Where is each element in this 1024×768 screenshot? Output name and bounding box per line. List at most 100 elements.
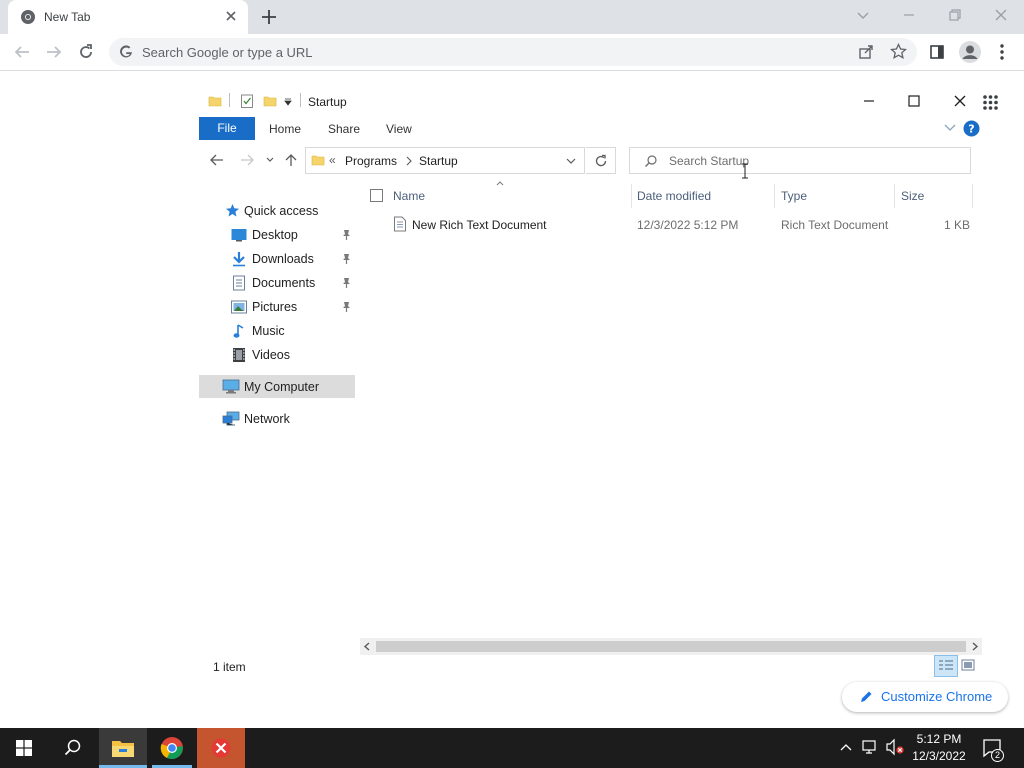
horizontal-scrollbar[interactable] — [360, 638, 982, 655]
apps-grid-icon[interactable] — [982, 94, 999, 111]
expand-ribbon-chevron-icon[interactable] — [943, 122, 957, 134]
refresh-button[interactable] — [586, 147, 616, 174]
text-cursor-icon — [741, 163, 749, 179]
recent-locations-chevron-icon[interactable] — [265, 156, 275, 164]
restore-icon[interactable] — [947, 7, 963, 23]
show-hidden-icons-chevron-icon[interactable] — [839, 741, 853, 753]
nav-item-music[interactable]: Music — [252, 324, 285, 338]
explorer-back-icon[interactable] — [209, 153, 225, 167]
nav-item-downloads[interactable]: Downloads — [252, 252, 314, 266]
properties-quick-icon[interactable] — [240, 93, 254, 109]
explorer-close-icon[interactable] — [952, 93, 968, 109]
column-divider[interactable] — [894, 184, 895, 208]
explorer-forward-icon[interactable] — [239, 153, 255, 167]
profile-avatar-icon[interactable] — [958, 40, 982, 64]
customize-chrome-button[interactable]: Customize Chrome — [842, 682, 1008, 712]
volume-muted-icon[interactable] — [885, 738, 905, 756]
taskbar-clock[interactable]: 5:12 PM 12/3/2022 — [908, 731, 970, 765]
quick-access-dropdown-icon[interactable] — [283, 97, 293, 107]
column-header-name[interactable]: Name — [393, 189, 425, 203]
large-icons-view-button[interactable] — [961, 658, 975, 672]
tab-new-tab[interactable]: New Tab — [8, 0, 248, 34]
nav-item-videos[interactable]: Videos — [252, 348, 290, 362]
scroll-right-arrow-icon[interactable] — [971, 642, 979, 651]
file-size: 1 KB — [944, 218, 971, 232]
close-window-icon[interactable] — [993, 7, 1009, 23]
omnibox[interactable]: Search Google or type a URL — [109, 38, 917, 66]
up-folder-icon[interactable] — [284, 152, 298, 168]
breadcrumb-programs[interactable]: Programs — [345, 154, 397, 168]
file-date-modified: 12/3/2022 5:12 PM — [637, 218, 739, 232]
explorer-maximize-icon[interactable] — [906, 93, 922, 109]
status-item-count: 1 item — [213, 660, 246, 674]
explorer-minimize-icon[interactable] — [861, 94, 877, 108]
desktop-icon — [231, 228, 247, 242]
column-header-size[interactable]: Size — [901, 189, 924, 203]
minimize-icon[interactable] — [901, 7, 917, 23]
pin-icon[interactable] — [341, 301, 352, 313]
file-name[interactable]: New Rich Text Document — [412, 218, 547, 232]
pin-icon[interactable] — [341, 277, 352, 289]
share-icon[interactable] — [858, 44, 874, 60]
taskbar-file-explorer[interactable] — [99, 728, 147, 768]
back-arrow-icon[interactable] — [13, 44, 31, 60]
nav-my-computer[interactable]: My Computer — [244, 380, 319, 394]
help-icon[interactable]: ? — [963, 120, 980, 137]
ribbon-tab-view[interactable]: View — [386, 122, 412, 136]
scrollbar-thumb[interactable] — [376, 641, 966, 652]
ribbon-tab-file[interactable]: File — [199, 117, 255, 140]
file-type: Rich Text Document — [781, 218, 889, 232]
title-separator-2 — [300, 93, 301, 107]
pin-icon[interactable] — [341, 229, 352, 241]
tab-search-chevron-icon[interactable] — [855, 7, 871, 23]
documents-icon — [232, 275, 246, 291]
tab-close-icon[interactable] — [224, 9, 238, 23]
select-all-checkbox[interactable] — [370, 189, 383, 202]
breadcrumb-separator-icon[interactable] — [405, 156, 413, 166]
scroll-left-arrow-icon[interactable] — [363, 642, 371, 651]
nav-item-desktop[interactable]: Desktop — [252, 228, 298, 242]
address-bar[interactable]: « Programs Startup — [305, 147, 585, 174]
pin-icon[interactable] — [341, 253, 352, 265]
address-dropdown-icon[interactable] — [565, 157, 577, 165]
pencil-icon — [859, 690, 873, 704]
taskbar-chrome[interactable] — [148, 728, 196, 768]
svg-text:?: ? — [968, 123, 974, 136]
nav-item-pictures[interactable]: Pictures — [252, 300, 297, 314]
breadcrumb-startup[interactable]: Startup — [419, 154, 458, 168]
new-tab-button[interactable] — [260, 8, 278, 26]
search-box[interactable]: Search Startup — [629, 147, 971, 174]
downloads-icon — [232, 251, 246, 267]
new-folder-quick-icon[interactable] — [263, 94, 277, 108]
customize-chrome-label: Customize Chrome — [881, 689, 993, 704]
google-g-icon — [118, 44, 134, 60]
sort-ascending-icon — [495, 180, 505, 186]
column-header-date-modified[interactable]: Date modified — [637, 189, 711, 203]
network-tray-icon[interactable] — [862, 739, 880, 755]
bookmark-star-icon[interactable] — [890, 43, 907, 60]
notification-count-badge: 2 — [991, 749, 1004, 762]
details-view-button[interactable] — [934, 655, 958, 677]
nav-item-documents[interactable]: Documents — [252, 276, 315, 290]
side-panel-icon[interactable] — [929, 44, 945, 60]
clock-date: 12/3/2022 — [912, 749, 966, 763]
column-header-type[interactable]: Type — [781, 189, 807, 203]
chrome-favicon-icon — [20, 9, 36, 25]
forward-arrow-icon[interactable] — [45, 44, 63, 60]
column-divider[interactable] — [774, 184, 775, 208]
reload-icon[interactable] — [77, 43, 95, 61]
taskbar-search-icon[interactable] — [64, 739, 81, 756]
nav-quick-access[interactable]: Quick access — [244, 204, 318, 218]
breadcrumb-overflow[interactable]: « — [329, 153, 336, 167]
column-divider[interactable] — [972, 184, 973, 208]
refresh-icon — [594, 154, 608, 168]
clock-time: 5:12 PM — [916, 732, 962, 746]
chrome-menu-icon[interactable] — [995, 43, 1009, 61]
omnibox-placeholder: Search Google or type a URL — [142, 45, 313, 60]
ribbon-tab-home[interactable]: Home — [269, 122, 301, 136]
taskbar-app-x[interactable] — [197, 728, 245, 768]
windows-start-icon[interactable] — [16, 740, 32, 756]
nav-network[interactable]: Network — [244, 412, 290, 426]
ribbon-tab-share[interactable]: Share — [328, 122, 360, 136]
column-divider[interactable] — [631, 184, 632, 208]
